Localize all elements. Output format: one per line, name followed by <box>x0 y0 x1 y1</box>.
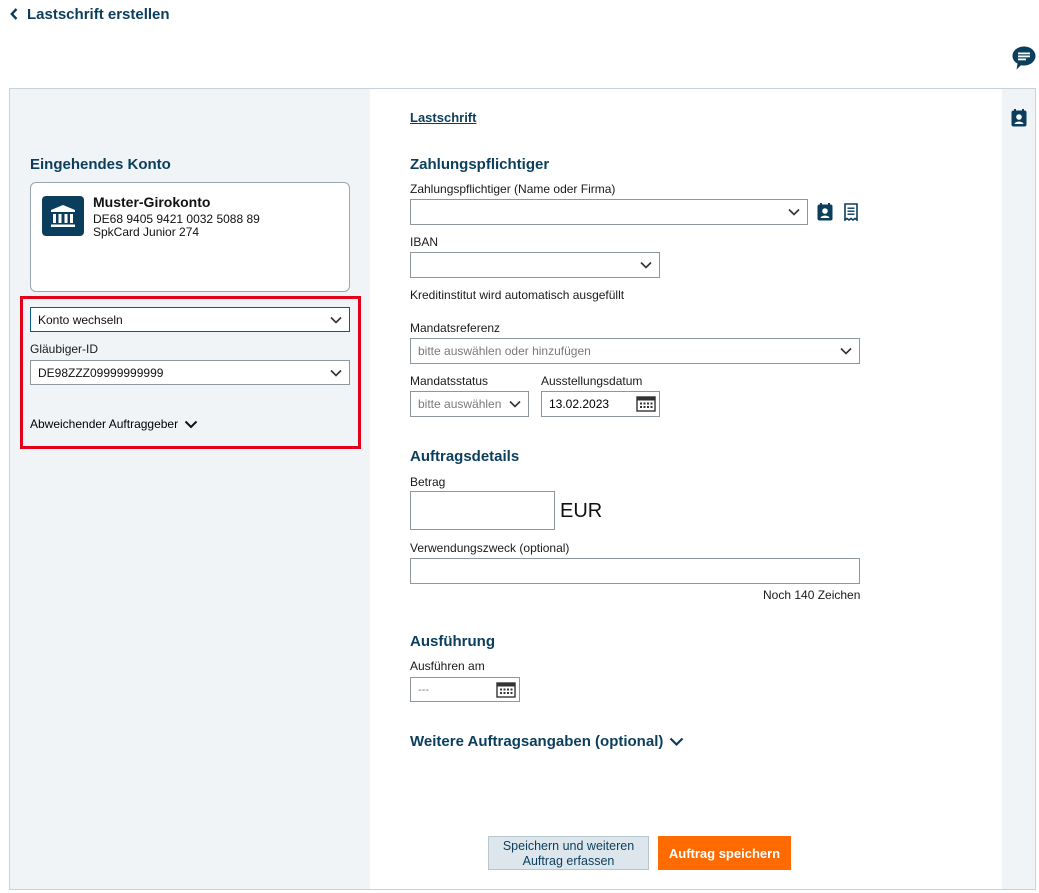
chevron-down-icon <box>788 208 800 216</box>
mandate-ref-label: Mandatsreferenz <box>410 321 501 335</box>
issue-date-label: Ausstellungsdatum <box>541 374 643 388</box>
calendar-icon[interactable] <box>496 681 516 698</box>
amount-input[interactable] <box>410 491 555 530</box>
chevron-down-icon <box>509 400 521 408</box>
chevron-down-icon <box>640 261 652 269</box>
account-iban: DE68 9405 9421 0032 5088 89 <box>93 212 260 226</box>
chevron-down-icon <box>184 420 198 428</box>
execute-on-label: Ausführen am <box>410 659 485 673</box>
mandate-status-label: Mandatsstatus <box>410 374 489 388</box>
more-details-toggle[interactable]: Weitere Auftragsangaben (optional) <box>410 733 684 750</box>
payer-heading: Zahlungspflichtiger <box>410 156 550 173</box>
mandate-ref-placeholder: bitte auswählen oder hinzufügen <box>418 344 591 358</box>
different-originator-toggle[interactable]: Abweichender Auftraggeber <box>30 417 198 431</box>
account-card: Muster-Girokonto DE68 9405 9421 0032 508… <box>30 182 350 292</box>
contact-card-icon[interactable] <box>1010 108 1028 128</box>
more-details-label: Weitere Auftragsangaben (optional) <box>410 733 664 750</box>
issue-date-field[interactable]: 13.02.2023 <box>541 391 660 417</box>
chevron-down-icon <box>670 737 684 746</box>
iban-label: IBAN <box>410 235 439 249</box>
purpose-label: Verwendungszweck (optional) <box>410 541 570 555</box>
calendar-icon[interactable] <box>636 396 656 412</box>
address-book-icon[interactable] <box>816 203 834 221</box>
chevron-left-icon <box>10 8 18 20</box>
purpose-input[interactable] <box>410 558 860 584</box>
mandate-status-placeholder: bitte auswählen <box>418 397 502 411</box>
iban-select[interactable] <box>410 252 660 278</box>
account-card-label: SpkCard Junior 274 <box>93 225 200 239</box>
template-list-icon[interactable] <box>842 203 860 221</box>
creditor-id-value: DE98ZZZ09999999999 <box>38 365 164 380</box>
save-order-button[interactable]: Auftrag speichern <box>658 836 791 870</box>
save-and-new-button[interactable]: Speichern und weiteren Auftrag erfassen <box>488 836 649 870</box>
chevron-down-icon <box>330 316 342 324</box>
different-originator-label: Abweichender Auftraggeber <box>30 417 179 431</box>
creditor-id-select[interactable]: DE98ZZZ09999999999 <box>30 360 350 385</box>
order-details-heading: Auftragsdetails <box>410 448 520 465</box>
chars-remaining: Noch 140 Zeichen <box>763 588 861 602</box>
bank-auto-hint: Kreditinstitut wird automatisch ausgefül… <box>410 288 625 302</box>
chat-bubble-icon[interactable] <box>1011 45 1037 71</box>
chevron-down-icon <box>330 369 342 377</box>
chevron-down-icon <box>840 347 852 355</box>
page-title: Lastschrift erstellen <box>27 5 170 23</box>
currency-label: EUR <box>560 500 603 522</box>
payer-select[interactable] <box>410 199 808 225</box>
switch-account-select[interactable]: Konto wechseln <box>30 307 350 332</box>
execute-on-placeholder: --- <box>418 683 429 696</box>
execute-on-field[interactable]: --- <box>410 677 520 702</box>
amount-label: Betrag <box>410 475 446 489</box>
mandate-ref-select[interactable]: bitte auswählen oder hinzufügen <box>410 338 860 364</box>
switch-account-value: Konto wechseln <box>38 312 123 327</box>
execution-heading: Ausführung <box>410 633 495 650</box>
creditor-id-label: Gläubiger-ID <box>30 342 99 356</box>
back-link[interactable]: Lastschrift erstellen <box>10 5 170 23</box>
incoming-account-heading: Eingehendes Konto <box>30 156 171 173</box>
bank-icon <box>42 196 84 236</box>
lastschrift-link[interactable]: Lastschrift <box>410 110 476 125</box>
issue-date-value: 13.02.2023 <box>549 397 610 411</box>
payer-label: Zahlungspflichtiger (Name oder Firma) <box>410 182 616 196</box>
account-name: Muster-Girokonto <box>93 194 211 210</box>
mandate-status-select[interactable]: bitte auswählen <box>410 391 529 417</box>
